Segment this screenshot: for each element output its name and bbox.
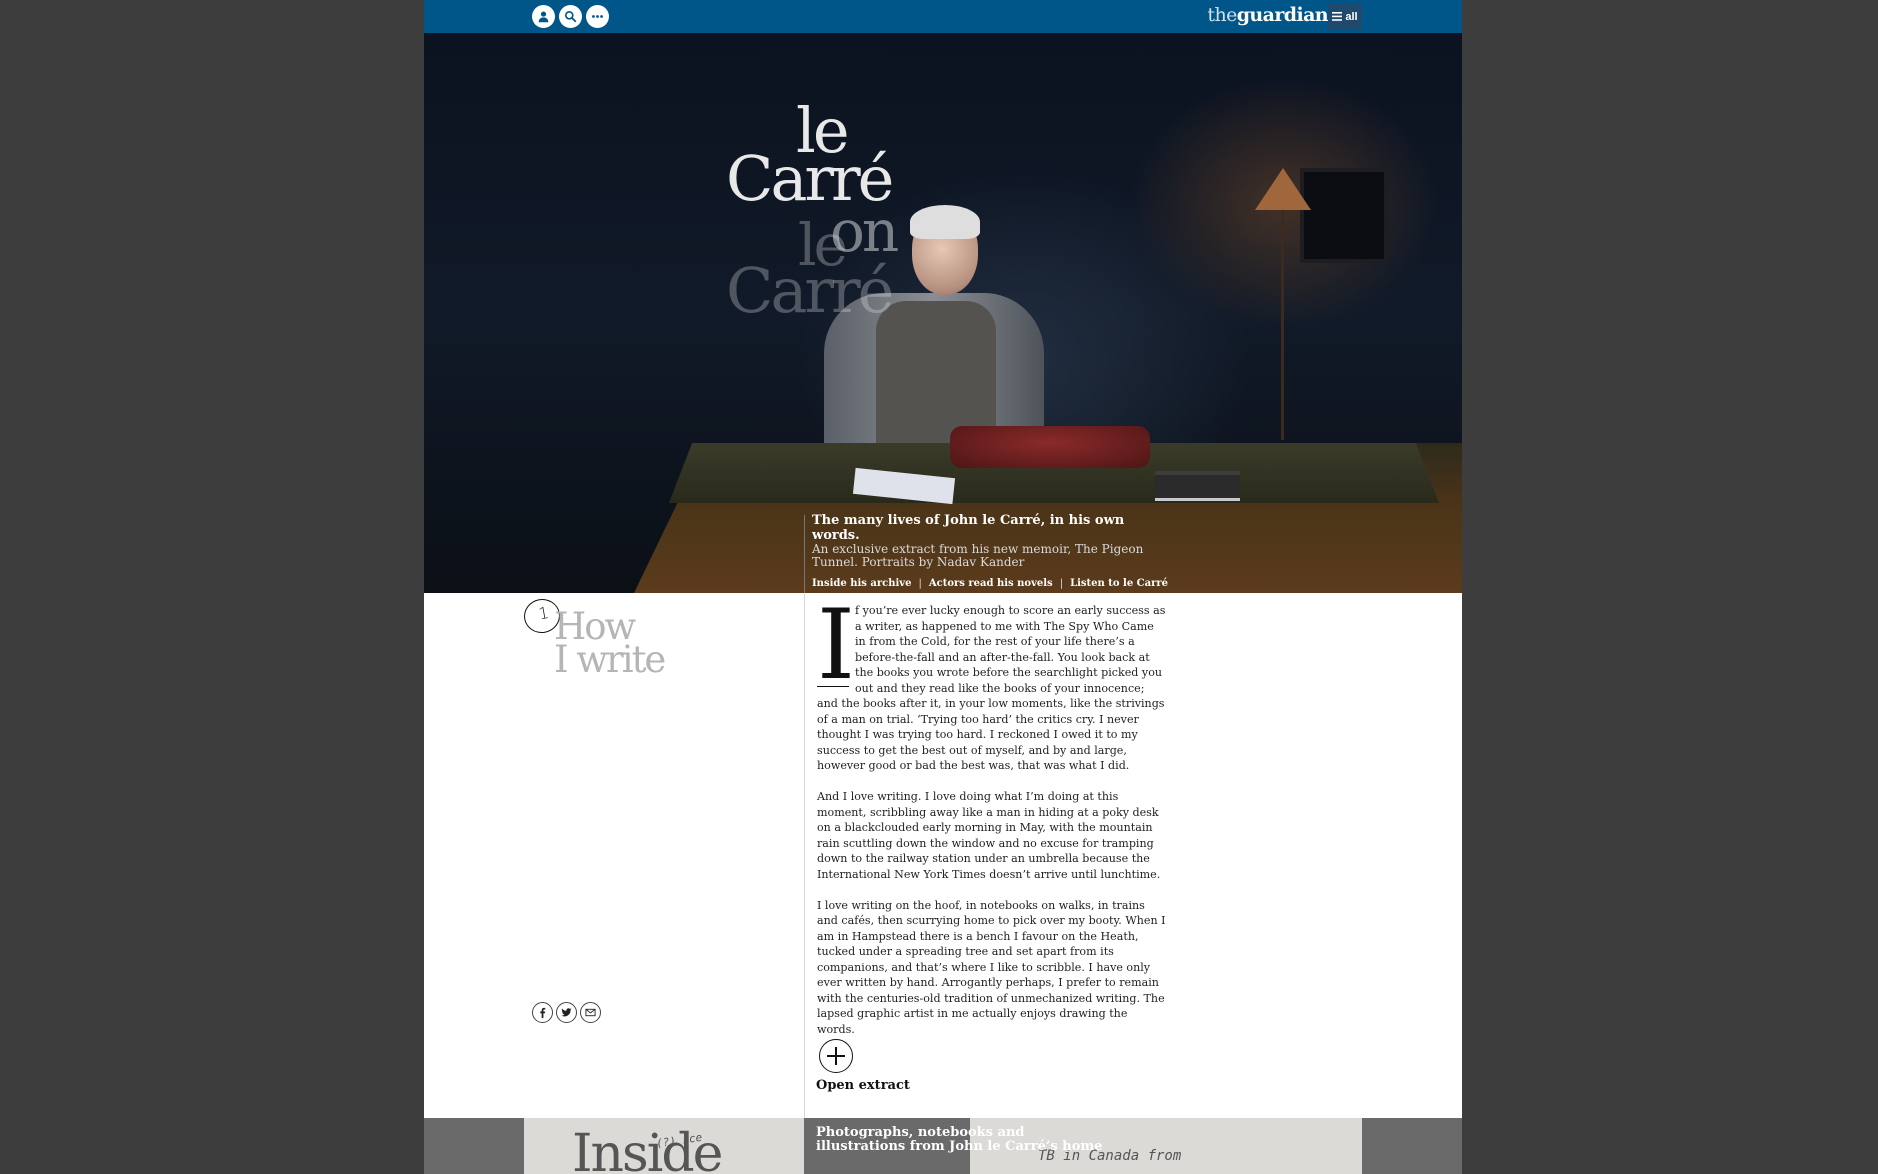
paragraph-text: f you’re ever lucky enough to score an e… (817, 604, 1166, 772)
share-twitter-button[interactable] (556, 1002, 577, 1023)
profile-button[interactable] (532, 5, 555, 28)
share-facebook-button[interactable] (532, 1002, 553, 1023)
hero-caption-title: The many lives of John le Carré, in his … (812, 513, 1125, 543)
hero-caption: The many lives of John le Carré, in his … (812, 513, 1172, 589)
article-body: If you’re ever lucky enough to score an … (817, 589, 1168, 1053)
profile-icon (538, 11, 549, 23)
hero-links: Inside his archive | Actors read his nov… (812, 578, 1172, 589)
link-inside-archive[interactable]: Inside his archive (812, 578, 911, 589)
lamp-pole (1281, 210, 1284, 440)
hero-caption-subtitle: An exclusive extract from his new memoir… (812, 542, 1144, 569)
section-title: How I write (554, 608, 666, 681)
link-listen[interactable]: Listen to le Carré (1070, 578, 1168, 589)
article-paragraph: I love writing on the hoof, in notebooks… (817, 898, 1166, 1036)
logo-name: guardian (1236, 4, 1329, 26)
link-separator: | (918, 578, 922, 589)
open-extract-label[interactable]: Open extract (816, 1078, 910, 1093)
book-stack (1155, 471, 1240, 501)
facebook-icon (540, 1007, 546, 1018)
email-icon (585, 1008, 596, 1017)
section-title-line: I write (554, 638, 666, 681)
open-extract-button[interactable] (819, 1039, 853, 1073)
more-icon (592, 15, 603, 18)
search-button[interactable] (559, 5, 582, 28)
article-paragraph: And I love writing. I love doing what I’… (817, 790, 1161, 881)
more-button[interactable] (586, 5, 609, 28)
section-number: 1 (536, 602, 551, 624)
article-page: theguardian all le Carré on le Carré The… (424, 0, 1462, 1174)
search-icon (564, 10, 577, 23)
next-section-preview[interactable]: Inside (?) sce TB in Canada from Photogr… (424, 1118, 1462, 1174)
drop-cap: I (817, 589, 855, 701)
lamp-shade (1255, 168, 1311, 210)
share-email-button[interactable] (580, 1002, 601, 1023)
wall-frame (1300, 168, 1388, 263)
article-paragraph: If you’re ever lucky enough to score an … (817, 589, 1168, 774)
hero-divider (804, 515, 805, 593)
hero-portrait: le Carré on le Carré The many lives of J… (424, 33, 1462, 593)
menu-icon (1332, 12, 1343, 21)
next-section-caption: Photographs, notebooks and illustrations… (816, 1125, 1103, 1154)
portrait-hair (910, 205, 980, 239)
link-actors-read[interactable]: Actors read his novels (929, 578, 1053, 589)
menu-label: all (1345, 10, 1358, 23)
red-cushion (950, 426, 1150, 468)
all-sections-menu-button[interactable]: all (1328, 3, 1362, 30)
column-divider (804, 593, 805, 1118)
logo-prefix: the (1207, 4, 1237, 26)
guardian-logo[interactable]: theguardian (1207, 4, 1328, 26)
twitter-icon (561, 1008, 572, 1017)
hero-title-line: Carré (726, 254, 894, 327)
link-separator: | (1059, 578, 1064, 589)
top-navigation-bar: theguardian all (424, 0, 1462, 33)
plus-icon (827, 1047, 845, 1065)
